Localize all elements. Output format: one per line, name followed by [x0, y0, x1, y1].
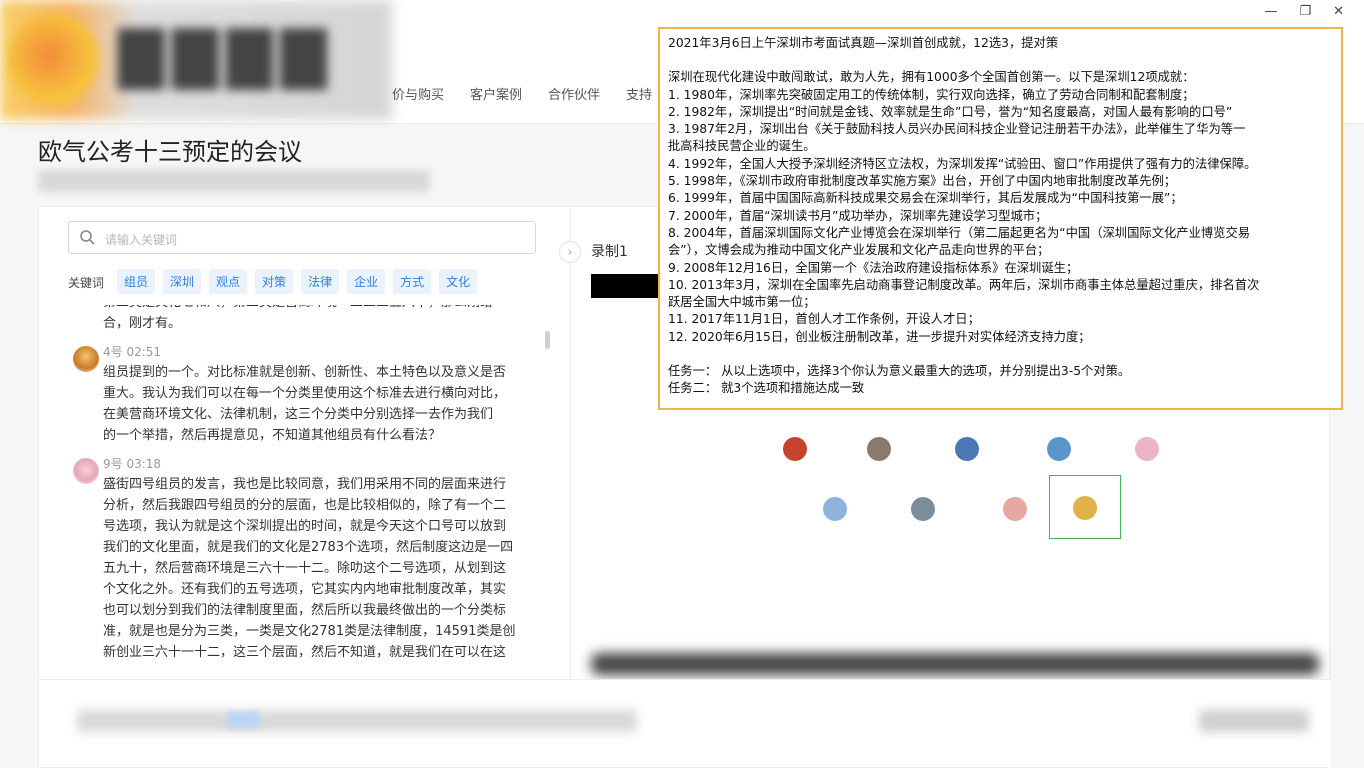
player-controls [39, 679, 1331, 767]
avatar [73, 458, 99, 484]
transcript-line: 的一个举措，然后再提意见，不知道其他组员有什么看法？ [103, 428, 442, 443]
overlay-line: 任务二： 就3个选项和措施达成一致 [668, 381, 865, 396]
top-nav: 价与购买 客户案例 合作伙伴 支持 [392, 84, 678, 103]
transcript-line: 我们的文化里面，就是我们的文化是2783个选项，然后制度这边是一四 [103, 540, 514, 555]
logo-icon [8, 14, 100, 106]
transcript-scrollbar[interactable] [545, 331, 550, 349]
participant-tile[interactable] [759, 431, 831, 495]
redacted-region [591, 653, 1319, 675]
transcript-line: 合，刚才有。 [103, 316, 182, 331]
transcript-line: 也可以划分到我们的法律制度里面，然后所以我最终做出的一个分类标 [103, 603, 507, 618]
redacted-bar [591, 274, 661, 298]
search-input[interactable]: 请输入关键词 [68, 221, 536, 254]
page-title: 欧气公考十三预定的会议 [38, 138, 302, 166]
transcript-line: 分析，然后我跟四号组员的分的层面，也是比较相似的，除了有一个二 [103, 498, 507, 513]
overlay-line: 任务一： 从以上选项中，选择3个你认为意义最重大的选项，并分别提出3-5个对策。 [668, 364, 1131, 379]
subtitle-redacted [38, 170, 430, 192]
speaker-time: 4号 02:51 [103, 345, 162, 359]
search-icon [80, 230, 95, 245]
transcript-line: 第二类是文化七和八，第三类是营商环境一二二二五六十，那么刚给 [103, 305, 545, 313]
keyword-tag[interactable]: 对策 [255, 269, 294, 294]
avatar [911, 497, 935, 521]
nav-item-partners[interactable]: 合作伙伴 [548, 84, 600, 103]
overlay-line: 12. 2020年6月15日，创业板注册制改革，进一步提升对实体经济支持力度； [668, 329, 1091, 344]
speaker-time: 9号 03:18 [103, 457, 162, 471]
maximize-icon[interactable]: ❐ [1299, 4, 1311, 19]
nav-item-cases[interactable]: 客户案例 [470, 84, 522, 103]
overlay-line: 2021年3月6日上午深圳市考面试真题—深圳首创成就，12选3，提对策 [668, 36, 1059, 50]
keyword-tag[interactable]: 深圳 [163, 269, 202, 294]
participant-tile[interactable] [1111, 431, 1183, 495]
transcript-line: 新创业三六十一十二，这三个层面，然后不知道，就是我们在可以在这 [103, 645, 507, 660]
transcript-message: 9号 03:18 盛街四号组员的发言，我也是比较同意，我们用采用不同的层面来进行… [73, 454, 545, 663]
collapse-panel-button[interactable]: › [559, 241, 581, 263]
transcript-message: 4号 02:51 组员提到的一个。对比标准就是创新、创新性、本土特色以及意义是否… [73, 342, 545, 446]
avatar [783, 437, 807, 461]
redacted-region [77, 710, 637, 732]
nav-item-support[interactable]: 支持 [626, 84, 652, 103]
participant-grid [739, 431, 1159, 551]
avatar [823, 497, 847, 521]
overlay-line: 会”），文博会成为推动中国文化产业发展和文化产品走向世界的平台； [668, 243, 1050, 258]
keyword-tag[interactable]: 法律 [301, 269, 340, 294]
keyword-tag[interactable]: 文化 [439, 269, 478, 294]
avatar [1073, 496, 1097, 520]
redacted-region [227, 712, 259, 728]
overlay-line: 跃居全国大中城市第一位； [668, 295, 816, 310]
minimize-icon[interactable]: — [1264, 4, 1277, 19]
participant-tile[interactable] [979, 491, 1051, 555]
keyword-tag[interactable]: 组员 [117, 269, 156, 294]
notepad-overlay[interactable]: 2021年3月6日上午深圳市考面试真题—深圳首创成就，12选3，提对策 深圳在现… [658, 27, 1343, 410]
avatar [1047, 437, 1071, 461]
keyword-list: 组员 深圳 观点 对策 法律 企业 方式 文化 [117, 269, 478, 294]
overlay-line: 9. 2008年12月16日，全国第一个《法治政府建设指标体系》在深圳诞生； [668, 260, 1079, 275]
recording-label: 录制1 [591, 244, 628, 260]
overlay-line: 1. 1980年，深圳率先突破固定用工的传统体制，实行双向选择，确立了劳动合同制… [668, 87, 1195, 102]
avatar [1135, 437, 1159, 461]
avatar [73, 346, 99, 372]
transcript-line: 个文化之外。还有我们的五号选项，它其实内内地审批制度改革，其实 [103, 582, 507, 597]
close-icon[interactable]: ✕ [1333, 4, 1344, 19]
transcript-line: 在美营商环境文化、法律机制，这三个分类中分别选择一去作为我们 [103, 407, 494, 422]
participant-tile[interactable] [799, 491, 871, 555]
participant-tile-selected[interactable] [1049, 475, 1121, 539]
overlay-line: 深圳在现代化建设中敢闯敢试，敢为人先，拥有1000多个全国首创第一。以下是深圳1… [668, 70, 1195, 85]
avatar [867, 437, 891, 461]
transcript-line: 五九十，然后营商环境是三六十一十二。除叻这个二号选项，从划到这 [103, 561, 507, 576]
participant-tile[interactable] [887, 491, 959, 555]
nav-item-pricing[interactable]: 价与购买 [392, 84, 444, 103]
overlay-line: 5. 1998年，《深圳市政府审批制度改革实施方案》出台，开创了中国内地审批制度… [668, 174, 1177, 189]
avatar [955, 437, 979, 461]
keyword-tag[interactable]: 观点 [209, 269, 248, 294]
participant-tile[interactable] [843, 431, 915, 495]
overlay-line: 8. 2004年，首届深圳国际文化产业博览会在深圳举行（第二届起更名为“中国（深… [668, 225, 1251, 240]
overlay-gap [668, 52, 1333, 69]
transcript-line: 号选项，我认为就是这个深圳提出的时间，就是今天这个口号可以放到 [103, 519, 507, 534]
transcript-line: 组员提到的一个。对比标准就是创新、创新性、本土特色以及意义是否 [103, 365, 507, 380]
transcript-line: 盛街四号组员的发言，我也是比较同意，我们用采用不同的层面来进行 [103, 477, 507, 492]
transcript-pane: 请输入关键词 关键词 组员 深圳 观点 对策 法律 企业 方式 文化 第二类是文… [39, 207, 571, 679]
transcript-line: 准，就是也是分为三类，一类是文化2781类是法律制度，14591类是创 [103, 624, 516, 639]
transcript-line: 重大。我认为我们可以在每一个分类里使用这个标准去进行横向对比， [103, 386, 507, 401]
search-placeholder: 请输入关键词 [105, 233, 178, 247]
overlay-line: 6. 1999年，首届中国国际高新科技成果交易会在深圳举行，其后发展成为“中国科… [668, 191, 1183, 206]
keyword-label: 关键词 [68, 276, 105, 290]
overlay-line: 批高科技民营企业的诞生。 [668, 139, 816, 154]
keyword-tag[interactable]: 企业 [347, 269, 386, 294]
avatar [1003, 497, 1027, 521]
overlay-line: 2. 1982年，深圳提出“时间就是金钱、效率就是生命”口号，誉为“知名度最高，… [668, 104, 1233, 119]
overlay-line: 7. 2000年，首届“深圳读书月”成功举办，深圳率先建设学习型城市； [668, 208, 1048, 223]
transcript-list[interactable]: 第二类是文化七和八，第三类是营商环境一二二二五六十，那么刚给 合，刚才有。 4号… [73, 305, 545, 677]
overlay-line: 11. 2017年11月1日，首创人才工作条例，开设人才日； [668, 312, 980, 327]
window-controls: — ❐ ✕ [1264, 4, 1344, 19]
redacted-region [1199, 710, 1309, 732]
overlay-line: 10. 2013年3月，深圳在全国率先启动商事登记制度改革。两年后，深圳市商事主… [668, 277, 1260, 292]
logo-text: ▇▇▇▇ [118, 20, 335, 90]
overlay-line: 3. 1987年2月，深圳出台《关于鼓励科技人员兴办民间科技企业登记注册若干办法… [668, 122, 1246, 137]
overlay-line: 4. 1992年，全国人大授予深圳经济特区立法权，为深圳发挥“试验田、窗口”作用… [668, 156, 1257, 171]
keyword-tag[interactable]: 方式 [393, 269, 432, 294]
participant-tile[interactable] [931, 431, 1003, 495]
overlay-gap [668, 346, 1333, 363]
